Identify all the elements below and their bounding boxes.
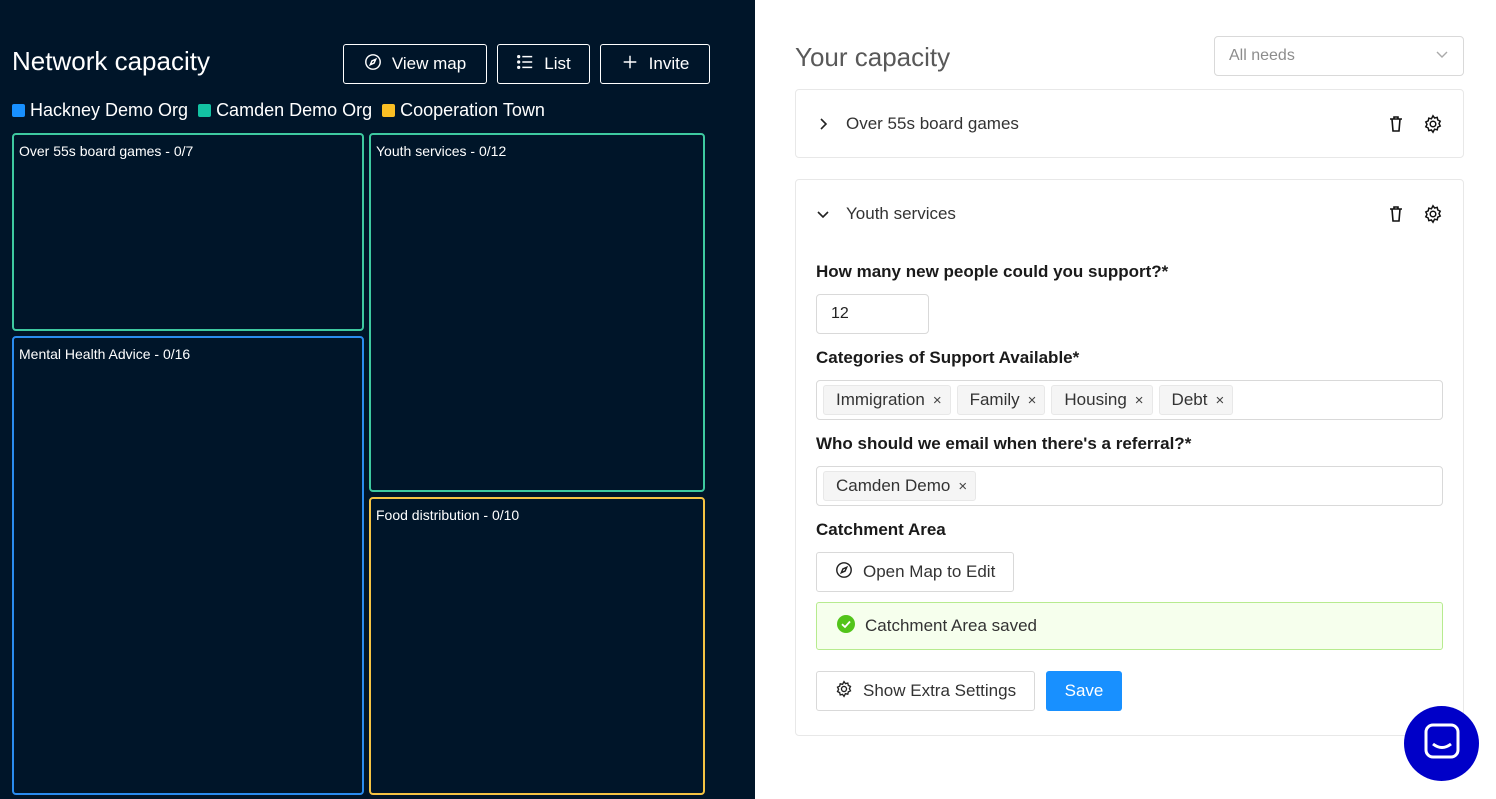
legend-label: Camden Demo Org (216, 100, 373, 120)
gear-icon (835, 679, 853, 703)
categories-field-label: Categories of Support Available* (816, 348, 1080, 367)
close-icon[interactable]: × (958, 478, 967, 495)
open-map-button[interactable]: Open Map to Edit (816, 552, 1015, 592)
check-circle-icon (837, 614, 855, 638)
extra-settings-label: Show Extra Settings (863, 681, 1017, 700)
gear-icon[interactable] (1423, 204, 1443, 224)
category-tag: Housing × (1051, 385, 1153, 415)
legend-label: Hackney Demo Org (30, 100, 189, 120)
invite-button[interactable]: Invite (600, 44, 710, 84)
tile-label: Youth services - 0/12 (376, 143, 507, 159)
tag-label: Immigration (836, 390, 925, 409)
saved-message: Catchment Area saved (865, 616, 1037, 635)
email-tag: Camden Demo × (823, 471, 977, 501)
categories-select[interactable]: Immigration × Family × Housing × Debt × (816, 380, 1443, 420)
legend-swatch (198, 104, 212, 117)
legend-item: Camden Demo Org (198, 100, 372, 121)
close-icon[interactable]: × (933, 392, 942, 409)
compass-icon (835, 561, 853, 584)
trash-icon[interactable] (1386, 204, 1406, 224)
trash-icon[interactable] (1386, 114, 1406, 134)
capacity-field-label: How many new people could you support?* (816, 262, 1169, 281)
network-capacity-panel: Network capacity View map List Invite Ha… (0, 0, 755, 799)
close-icon[interactable]: × (1028, 392, 1037, 409)
category-tag: Immigration × (823, 385, 951, 415)
tile-label: Food distribution - 0/10 (376, 507, 520, 523)
capacity-tile[interactable]: Over 55s board games - 0/7 (12, 133, 364, 331)
legend-item: Hackney Demo Org (12, 100, 188, 121)
capacity-tile[interactable]: Mental Health Advice - 0/16 (12, 336, 364, 795)
close-icon[interactable]: × (1215, 392, 1224, 409)
org-legend: Hackney Demo Org Camden Demo Org Coopera… (12, 100, 545, 121)
capacity-value: 12 (831, 305, 849, 322)
card-title: Youth services (846, 204, 956, 223)
list-icon (516, 53, 534, 76)
legend-label: Cooperation Town (400, 100, 545, 120)
tag-label: Housing (1064, 390, 1127, 409)
capacity-card: Over 55s board games (795, 89, 1464, 158)
category-tag: Family × (956, 385, 1046, 415)
invite-label: Invite (648, 54, 690, 73)
card-header[interactable]: Youth services (796, 180, 1463, 248)
needs-filter-value: All needs (1229, 47, 1295, 64)
tile-label: Over 55s board games - 0/7 (19, 143, 194, 159)
your-capacity-title: Your capacity (795, 42, 951, 72)
tag-label: Debt (1171, 390, 1208, 409)
tile-label: Mental Health Advice - 0/16 (19, 346, 191, 362)
legend-swatch (382, 104, 396, 117)
tag-label: Family (969, 390, 1020, 409)
gear-icon[interactable] (1423, 114, 1443, 134)
open-map-label: Open Map to Edit (863, 562, 996, 581)
capacity-tile[interactable]: Food distribution - 0/10 (369, 497, 705, 795)
legend-item: Cooperation Town (382, 100, 545, 121)
chevron-down-icon[interactable] (816, 207, 830, 221)
close-icon[interactable]: × (1135, 392, 1144, 409)
card-title: Over 55s board games (846, 114, 1019, 133)
card-header[interactable]: Over 55s board games (796, 90, 1463, 158)
capacity-card-expanded: Youth services How many new people could… (795, 179, 1464, 736)
category-tag: Debt × (1158, 385, 1234, 415)
tag-label: Camden Demo (836, 476, 951, 495)
chat-icon (1422, 721, 1462, 766)
needs-filter-select[interactable]: All needs (1214, 36, 1464, 76)
network-capacity-title: Network capacity (12, 46, 210, 76)
catchment-field-label: Catchment Area (816, 520, 946, 539)
capacity-number-input[interactable]: 12 (816, 294, 929, 334)
email-field-label: Who should we email when there's a refer… (816, 434, 1192, 453)
show-extra-settings-button[interactable]: Show Extra Settings (816, 671, 1036, 711)
chevron-down-icon (1435, 47, 1449, 66)
email-select[interactable]: Camden Demo × (816, 466, 1443, 506)
list-label: List (544, 54, 571, 73)
save-label: Save (1064, 681, 1104, 700)
chat-launcher-button[interactable] (1404, 706, 1479, 781)
save-button[interactable]: Save (1046, 671, 1122, 711)
legend-swatch (12, 104, 25, 117)
compass-icon (364, 53, 382, 76)
catchment-saved-alert: Catchment Area saved (816, 602, 1443, 650)
capacity-tile[interactable]: Youth services - 0/12 (369, 133, 705, 492)
plus-icon (621, 53, 639, 76)
list-button[interactable]: List (497, 44, 590, 84)
view-map-label: View map (391, 54, 467, 73)
chevron-right-icon[interactable] (816, 117, 830, 131)
view-map-button[interactable]: View map (343, 44, 487, 84)
